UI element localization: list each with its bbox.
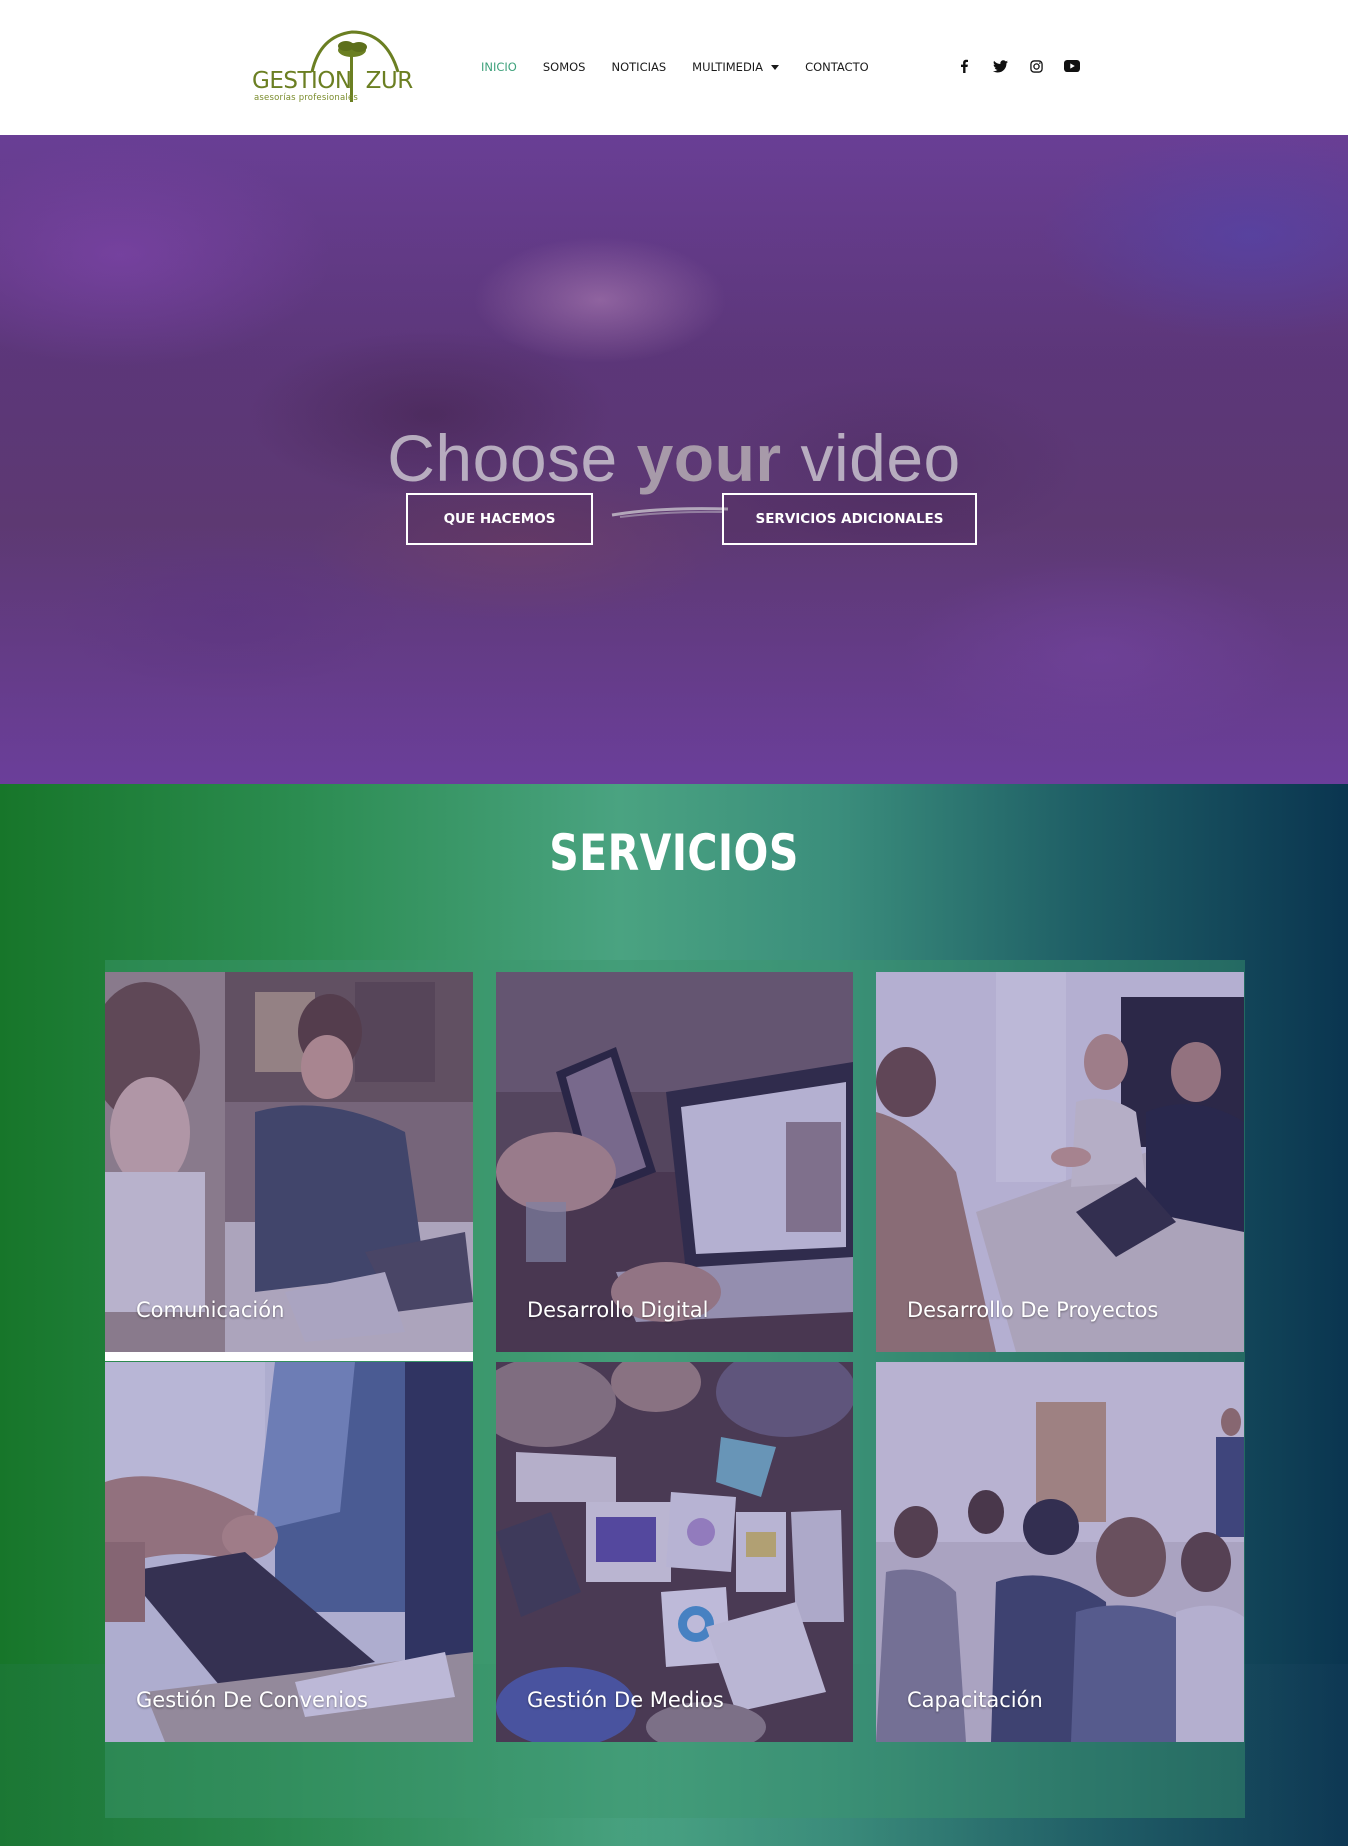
service-card-desarrollo-proyectos[interactable]: Desarrollo De Proyectos — [876, 972, 1244, 1352]
instagram-icon[interactable] — [1027, 57, 1045, 75]
nav-item-inicio[interactable]: INICIO — [481, 60, 517, 74]
hero-title-part1: Choose — [387, 421, 637, 495]
servicios-adicionales-button[interactable]: SERVICIOS ADICIONALES — [722, 493, 977, 545]
nav-item-noticias[interactable]: NOTICIAS — [612, 60, 667, 74]
logo-brand-right: ZUR — [365, 68, 414, 94]
swoosh-decoration-icon — [611, 507, 729, 518]
divider — [105, 1352, 473, 1361]
service-card-desarrollo-digital[interactable]: Desarrollo Digital — [496, 972, 853, 1352]
service-card-label: Gestión De Medios — [527, 1688, 724, 1712]
service-card-gestion-convenios[interactable]: Gestión De Convenios — [105, 1362, 473, 1742]
nav-item-somos[interactable]: SOMOS — [543, 60, 586, 74]
services-title: SERVICIOS — [549, 824, 799, 882]
site-header: GESTION ZUR asesorías profesionales INICI… — [0, 0, 1348, 135]
social-links — [955, 57, 1099, 75]
service-card-label: Desarrollo Digital — [527, 1298, 709, 1322]
service-card-capacitacion[interactable]: Capacitación — [876, 1362, 1244, 1742]
service-card-gestion-medios[interactable]: Gestión De Medios — [496, 1362, 853, 1742]
chevron-down-icon — [771, 64, 780, 70]
twitter-icon[interactable] — [991, 57, 1009, 75]
logo-brand-left: GESTION — [252, 68, 352, 94]
hero-title-part2: video — [781, 421, 961, 495]
que-hacemos-button[interactable]: QUE HACEMOS — [406, 493, 593, 545]
hero-section: Choose your video QUE HACEMOS SERVICIOS … — [0, 135, 1348, 784]
gestionzur-logo[interactable]: GESTION ZUR asesorías profesionales — [250, 28, 414, 108]
hero-video-placeholder-title: Choose your video — [0, 420, 1348, 496]
logo-tagline: asesorías profesionales — [254, 93, 359, 103]
facebook-icon[interactable] — [955, 57, 973, 75]
main-nav: INICIO SOMOS NOTICIAS MULTIMEDIA CONTACT… — [481, 57, 895, 77]
service-card-label: Desarrollo De Proyectos — [907, 1298, 1159, 1322]
service-card-label: Capacitación — [907, 1688, 1043, 1712]
service-card-label: Gestión De Convenios — [136, 1688, 368, 1712]
service-card-comunicacion[interactable]: Comunicación — [105, 972, 473, 1352]
nav-item-multimedia[interactable]: MULTIMEDIA — [692, 60, 780, 74]
services-section: SERVICIOS Comunicación Desarrollo Digita… — [0, 784, 1348, 1846]
youtube-icon[interactable] — [1063, 57, 1081, 75]
nav-item-contacto[interactable]: CONTACTO — [805, 60, 869, 74]
service-card-label: Comunicación — [136, 1298, 285, 1322]
nav-item-multimedia-label: MULTIMEDIA — [692, 60, 764, 74]
hero-title-bold: your — [636, 421, 782, 495]
